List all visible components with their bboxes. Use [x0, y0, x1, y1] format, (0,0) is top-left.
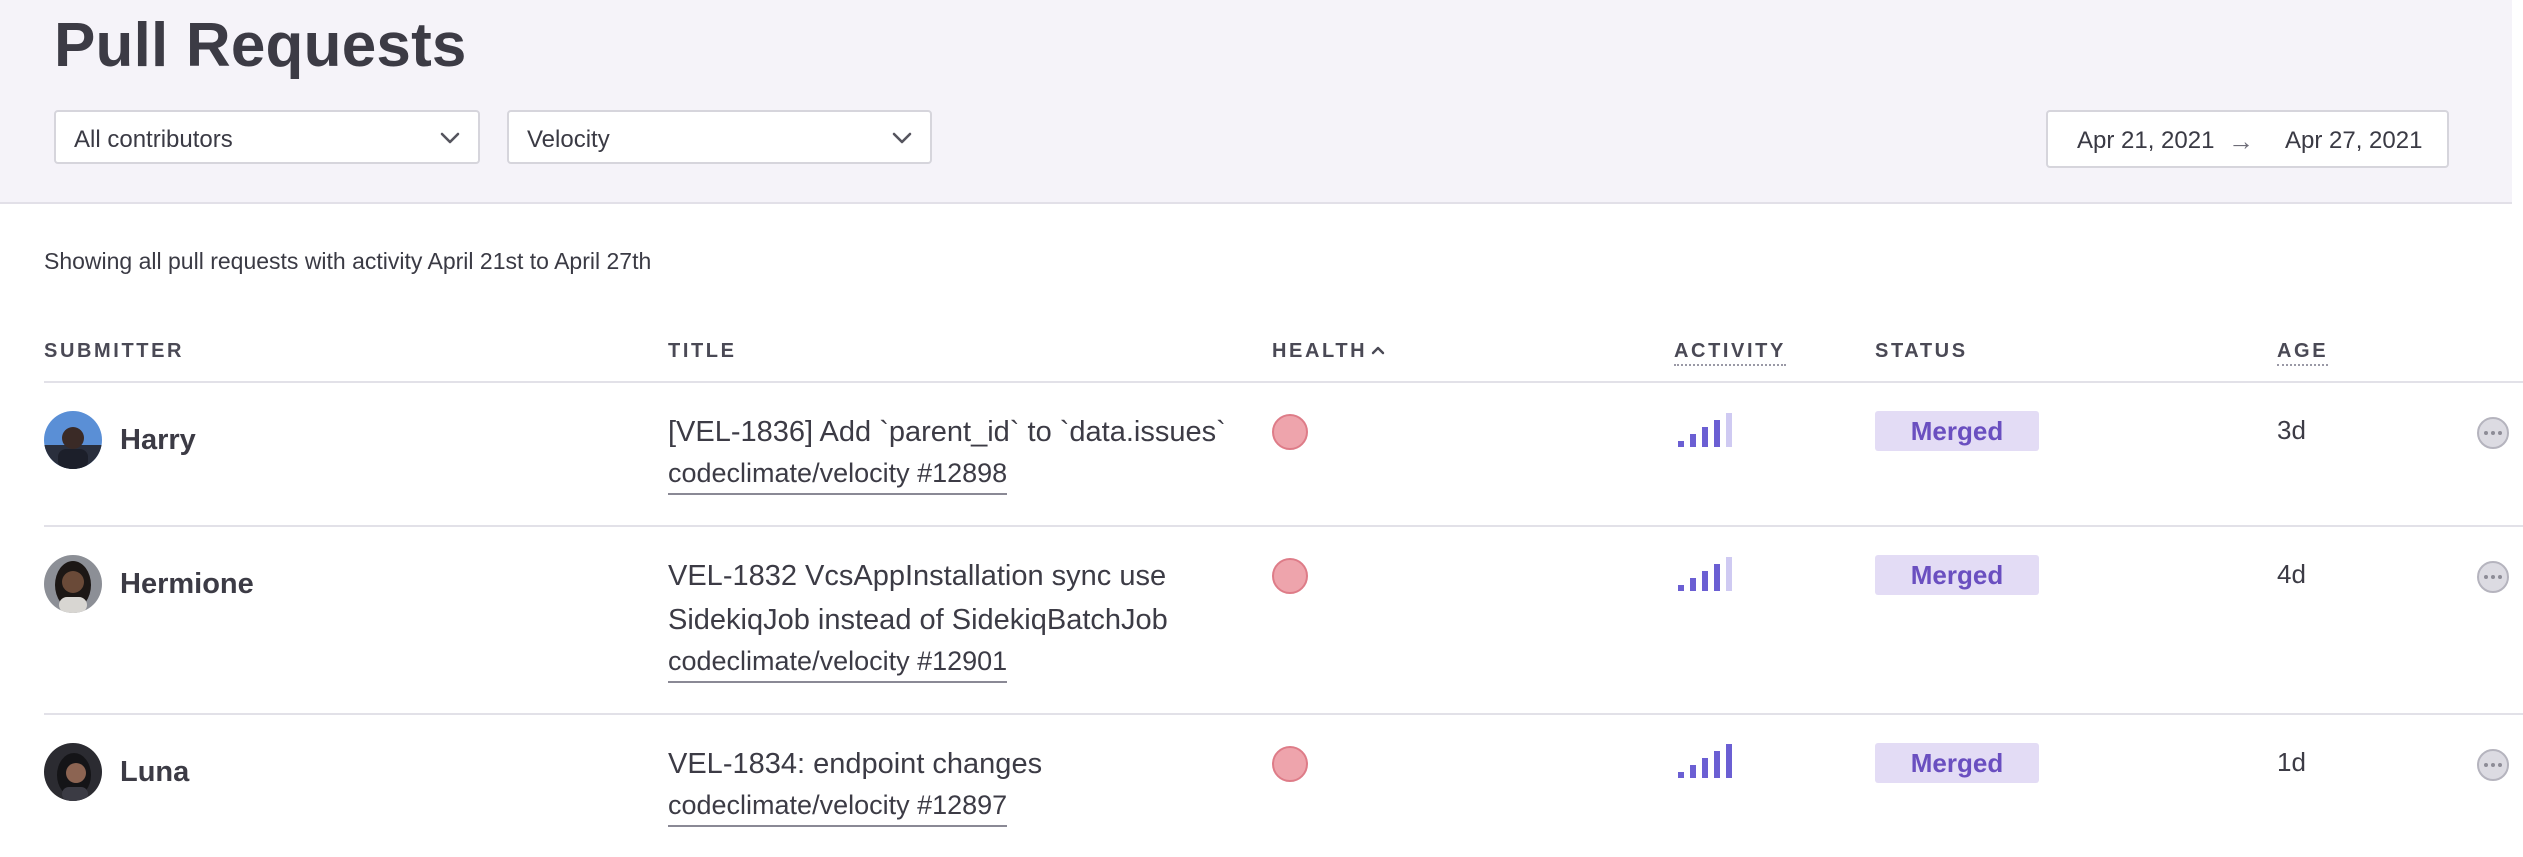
pr-title-line: VEL-1832 VcsAppInstallation sync use	[668, 560, 1167, 592]
health-indicator	[1272, 558, 1308, 594]
avatar	[44, 411, 102, 469]
more-actions-icon[interactable]	[2477, 417, 2509, 449]
sort-ascending-icon	[1372, 346, 1385, 355]
status-badge: Merged	[1875, 555, 2039, 595]
header-divider	[44, 381, 2523, 383]
chevron-down-icon	[440, 132, 460, 144]
pr-title-line: VEL-1834: endpoint changes	[668, 748, 1043, 780]
health-indicator	[1272, 414, 1308, 450]
column-header-health[interactable]: HEALTH	[1272, 340, 1385, 363]
contributors-select-value: All contributors	[74, 126, 233, 153]
page-header: Pull Requests All contributors Velocity …	[0, 0, 2512, 204]
avatar	[44, 743, 102, 801]
column-header-submitter[interactable]: SUBMITTER	[44, 340, 184, 363]
results-summary: Showing all pull requests with activity …	[44, 248, 652, 274]
status-badge: Merged	[1875, 411, 2039, 451]
pr-age: 4d	[2277, 559, 2306, 589]
pr-repo-link[interactable]: codeclimate/velocity #12898	[668, 458, 1008, 495]
column-header-activity[interactable]: ACTIVITY	[1674, 340, 1786, 366]
pr-title[interactable]: VEL-1832 VcsAppInstallation sync use Sid…	[668, 554, 1168, 642]
column-header-age[interactable]: AGE	[2277, 340, 2329, 366]
pr-age: 1d	[2277, 747, 2306, 777]
more-actions-icon[interactable]	[2477, 561, 2509, 593]
column-header-title[interactable]: TITLE	[668, 340, 737, 363]
activity-bars-icon	[1678, 413, 1732, 447]
pr-age: 3d	[2277, 415, 2306, 445]
activity-bars-icon	[1678, 557, 1732, 591]
contributors-select[interactable]: All contributors	[54, 110, 480, 164]
date-range-end[interactable]: Apr 27, 2021	[2285, 127, 2422, 155]
submitter-name[interactable]: Harry	[120, 424, 196, 457]
pr-title-line: SidekiqJob instead of SidekiqBatchJob	[668, 604, 1168, 636]
column-header-health-label: HEALTH	[1272, 340, 1368, 362]
row-divider	[44, 525, 2523, 527]
pr-title-line: [VEL-1836] Add `parent_id` to `data.issu…	[668, 416, 1226, 448]
row-divider	[44, 713, 2523, 715]
date-range-picker[interactable]: Apr 21, 2021 → Apr 27, 2021	[2046, 110, 2449, 168]
page-title: Pull Requests	[54, 11, 467, 80]
avatar	[44, 555, 102, 613]
pr-title[interactable]: VEL-1834: endpoint changes	[668, 742, 1042, 786]
metric-select-value: Velocity	[527, 126, 610, 153]
activity-bars-icon	[1678, 744, 1732, 778]
arrow-right-icon: →	[2228, 126, 2254, 156]
column-header-status[interactable]: STATUS	[1875, 340, 1968, 363]
chevron-down-icon	[892, 132, 912, 144]
more-actions-icon[interactable]	[2477, 749, 2509, 781]
pr-repo-link[interactable]: codeclimate/velocity #12901	[668, 646, 1008, 683]
submitter-name[interactable]: Luna	[120, 756, 189, 789]
health-indicator	[1272, 746, 1308, 782]
metric-select[interactable]: Velocity	[507, 110, 932, 164]
status-badge: Merged	[1875, 743, 2039, 783]
pr-title[interactable]: [VEL-1836] Add `parent_id` to `data.issu…	[668, 410, 1226, 454]
pr-repo-link[interactable]: codeclimate/velocity #12897	[668, 790, 1008, 827]
date-range-start[interactable]: Apr 21, 2021	[2077, 127, 2214, 155]
submitter-name[interactable]: Hermione	[120, 568, 254, 601]
